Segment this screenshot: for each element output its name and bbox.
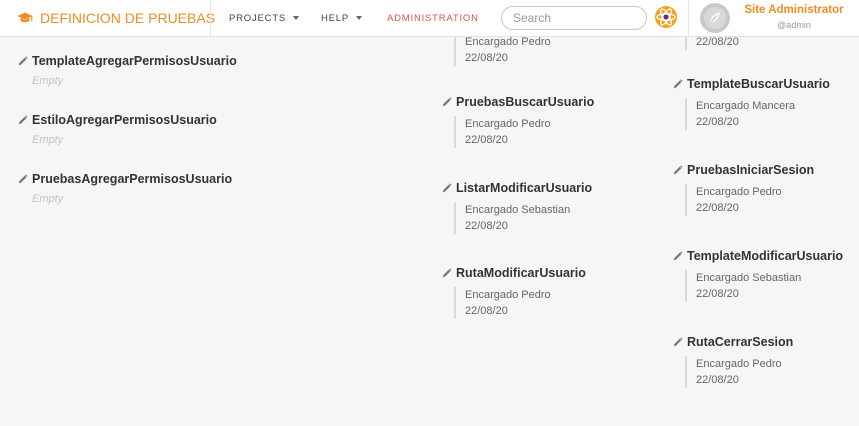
list-item: TemplateModificarUsuario Encargado Sebas… (673, 249, 843, 302)
date-text: 22/08/20 (696, 202, 739, 214)
pencil-icon (442, 268, 452, 278)
chevron-down-icon (356, 16, 363, 20)
item-title-label: PruebasBuscarUsuario (456, 95, 595, 109)
owner-text: Encargado Mancera (696, 100, 796, 112)
leaf-icon (704, 7, 726, 29)
navbar-divider (210, 0, 211, 36)
item-title[interactable]: EstiloAgregarPermisosUsuario (18, 113, 217, 127)
item-title[interactable]: PruebasBuscarUsuario (442, 95, 594, 109)
item-detail: Encargado Sebastian 22/08/20 (454, 202, 592, 234)
administration-link[interactable]: ADMINISTRATION (387, 0, 479, 36)
item-title[interactable]: TemplateModificarUsuario (673, 249, 843, 263)
item-title[interactable]: ListarModificarUsuario (442, 181, 592, 195)
item-detail: Encargado Mancera 22/08/20 (685, 98, 830, 130)
item-detail: Encargado Pedro 22/08/20 (454, 287, 586, 319)
item-title-label: RutaModificarUsuario (456, 266, 586, 280)
pencil-icon (18, 174, 28, 184)
item-detail: Encargado Pedro 22/08/20 (685, 184, 814, 216)
pencil-icon (18, 115, 28, 125)
item-title-label: ListarModificarUsuario (456, 181, 593, 195)
item-detail: Encargado Pedro 22/08/20 (685, 356, 793, 388)
date-text: 22/08/20 (696, 116, 739, 128)
navbar-divider (688, 0, 689, 36)
item-title-label: RutaCerrarSesion (687, 335, 794, 349)
help-menu[interactable]: HELP (321, 0, 363, 36)
item-title-label: TemplateBuscarUsuario (687, 77, 830, 91)
date-text: 22/08/20 (465, 305, 508, 317)
list-item: PruebasIniciarSesion Encargado Pedro 22/… (673, 163, 814, 216)
list-item: RutaModificarUsuario Encargado Pedro 22/… (442, 266, 586, 319)
owner-text: Encargado Pedro (465, 118, 551, 130)
empty-status: Empty (32, 193, 64, 205)
item-title-label: PruebasAgregarPermisosUsuario (32, 172, 233, 186)
administration-link-label: ADMINISTRATION (387, 12, 479, 24)
item-title-label: EstiloAgregarPermisosUsuario (32, 113, 217, 127)
list-item: RutaCerrarSesion Encargado Pedro 22/08/2… (673, 335, 793, 388)
item-detail: Encargado Pedro 22/08/20 (454, 34, 551, 66)
list-item: ListarModificarUsuario Encargado Sebasti… (442, 181, 592, 234)
list-item: EstiloAgregarPermisosUsuario Empty (18, 113, 217, 146)
owner-text: Encargado Pedro (465, 289, 551, 301)
owner-text: Encargado Pedro (696, 186, 782, 198)
owner-text: Encargado Sebastian (696, 272, 802, 284)
pencil-icon (673, 79, 683, 89)
item-title[interactable]: TemplateAgregarPermisosUsuario (18, 54, 237, 68)
item-detail: Encargado Pedro 22/08/20 (454, 116, 594, 148)
pencil-icon (673, 165, 683, 175)
owner-text: Encargado Sebastian (465, 204, 571, 216)
user-handle: @admin (777, 20, 811, 30)
pencil-icon (673, 251, 683, 261)
search-input[interactable] (501, 6, 647, 30)
item-title-label: TemplateModificarUsuario (687, 249, 844, 263)
atom-logo-icon[interactable] (654, 5, 678, 29)
empty-status: Empty (32, 134, 64, 146)
user-name[interactable]: Site Administrator (738, 4, 850, 16)
date-text: 22/08/20 (465, 220, 508, 232)
item-detail: Encargado Sebastian 22/08/20 (685, 270, 843, 302)
top-navbar: DEFINICION DE PRUEBAS PROJECTS HELP ADMI… (0, 0, 859, 37)
pencil-icon (673, 337, 683, 347)
projects-menu-label: PROJECTS (229, 12, 287, 24)
owner-text: Encargado Pedro (696, 358, 782, 370)
brand-label: DEFINICION DE PRUEBAS (40, 10, 216, 26)
list-item: PruebasAgregarPermisosUsuario Empty (18, 172, 232, 205)
pencil-icon (442, 97, 452, 107)
item-title[interactable]: TemplateBuscarUsuario (673, 77, 830, 91)
list-item: PruebasBuscarUsuario Encargado Pedro 22/… (442, 95, 594, 148)
list-item: TemplateBuscarUsuario Encargado Mancera … (673, 77, 830, 130)
date-text: 22/08/20 (465, 52, 508, 64)
item-title[interactable]: PruebasAgregarPermisosUsuario (18, 172, 232, 186)
empty-status: Empty (32, 75, 64, 87)
list-item: TemplateAgregarPermisosUsuario Empty (18, 54, 237, 87)
date-text: 22/08/20 (465, 134, 508, 146)
chevron-down-icon (293, 16, 300, 20)
date-text: 22/08/20 (696, 374, 739, 386)
help-menu-label: HELP (321, 12, 350, 24)
item-title[interactable]: RutaCerrarSesion (673, 335, 793, 349)
brand-link[interactable]: DEFINICION DE PRUEBAS (17, 0, 215, 36)
item-title-label: PruebasIniciarSesion (687, 163, 815, 177)
item-title[interactable]: PruebasIniciarSesion (673, 163, 814, 177)
pencil-icon (18, 56, 28, 66)
avatar[interactable] (700, 3, 730, 33)
list-item-detail: Encargado Pedro 22/08/20 (454, 34, 551, 66)
graduation-cap-icon (17, 12, 33, 23)
date-text: 22/08/20 (696, 288, 739, 300)
projects-menu[interactable]: PROJECTS (229, 0, 300, 36)
item-title-label: TemplateAgregarPermisosUsuario (32, 54, 237, 68)
pencil-icon (442, 183, 452, 193)
item-title[interactable]: RutaModificarUsuario (442, 266, 586, 280)
